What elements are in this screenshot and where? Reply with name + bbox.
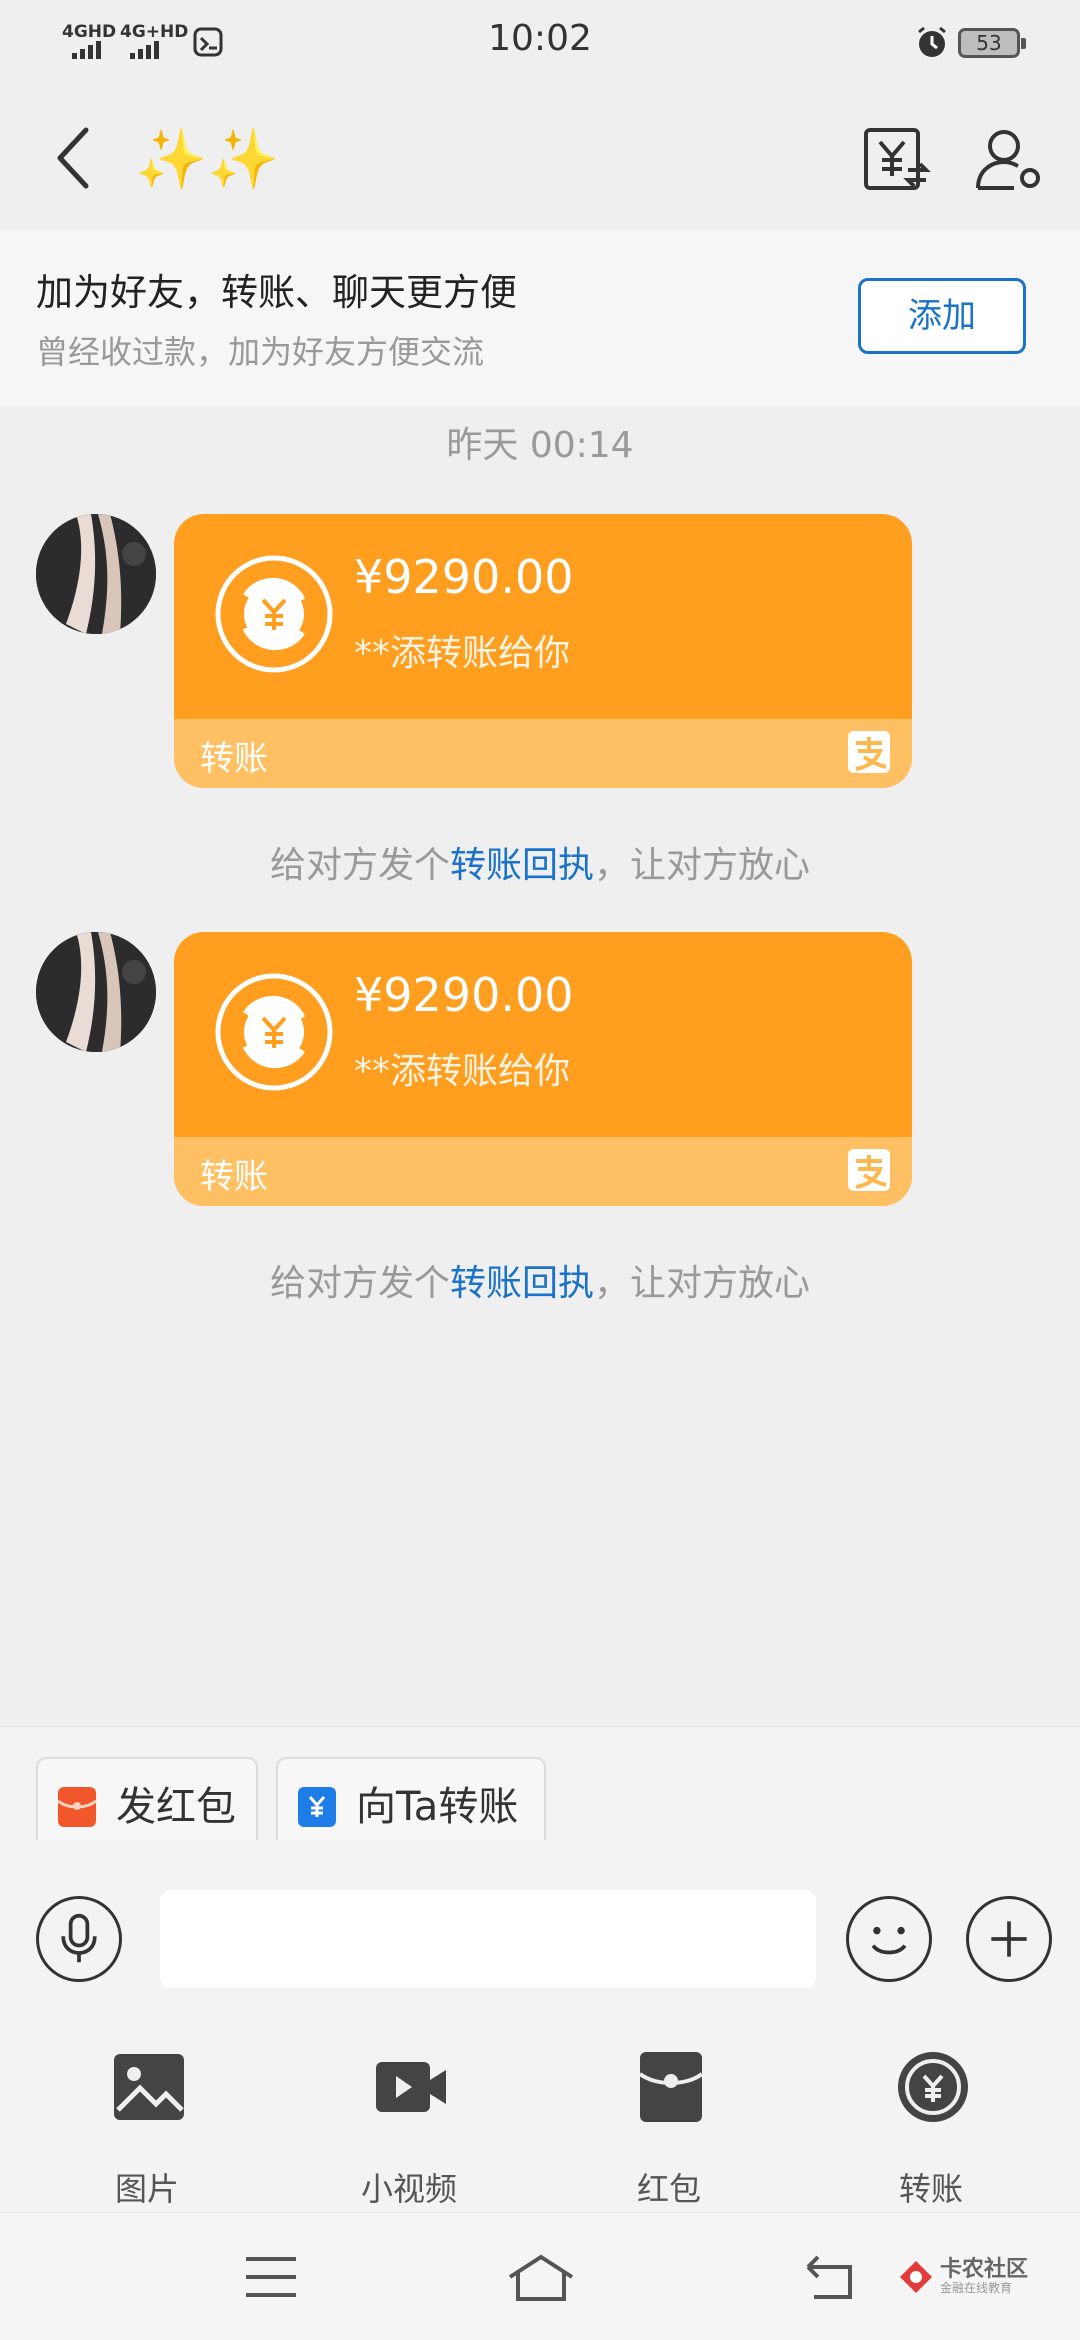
- alarm-icon: [918, 26, 946, 57]
- tool-label: 小视频: [360, 2170, 457, 2208]
- image-icon: [114, 2054, 184, 2120]
- bubble-body: ¥9290.00 **添转账给你: [174, 514, 912, 719]
- nav-bar: ✨✨: [0, 84, 1080, 230]
- red-packet-icon: [638, 2052, 704, 2122]
- tool-label: 转账: [898, 2170, 963, 2208]
- receipt-tip: 给对方发个转账回执，让对方放心: [0, 1254, 1080, 1306]
- transfer-amount: ¥9290.00: [354, 550, 574, 604]
- transfer-icon: [898, 2052, 968, 2122]
- tool-image[interactable]: 图片: [52, 2050, 242, 2210]
- receipt-tip: 给对方发个转账回执，让对方放心: [0, 836, 1080, 888]
- emoji-icon[interactable]: [846, 1896, 932, 1982]
- page-title: ✨✨: [135, 125, 280, 193]
- transfer-message-bubble[interactable]: ¥9290.00 **添转账给你 转账: [174, 932, 912, 1206]
- voice-icon[interactable]: [36, 1896, 122, 1982]
- watermark: 卡农社区 金融在线教育: [898, 2251, 1058, 2307]
- avatar[interactable]: [36, 932, 156, 1052]
- system-nav-bar: 卡农社区 金融在线教育: [0, 2212, 1080, 2340]
- transfer-amount: ¥9290.00: [354, 968, 574, 1022]
- video-icon: [376, 2062, 446, 2112]
- transfer-coin-icon: [215, 555, 333, 673]
- transfer-description: **添转账给你: [354, 633, 571, 674]
- receipt-tip-prefix: 给对方发个: [269, 1263, 450, 1304]
- avatar[interactable]: [36, 514, 156, 634]
- back-icon[interactable]: [38, 118, 108, 198]
- tools-panel: 图片 小视频 红包 转账: [0, 2030, 1080, 2212]
- banner-title: 加为好友，转账、聊天更方便: [36, 271, 517, 314]
- status-bar: 4GHD 4G+HD 10:02 53: [0, 0, 1080, 84]
- profile-settings-icon[interactable]: [974, 124, 1044, 194]
- receipt-tip-suffix: ，让对方放心: [594, 845, 811, 886]
- tool-label: 图片: [114, 2170, 179, 2208]
- home-icon[interactable]: [506, 2249, 576, 2305]
- transfer-icon: [298, 1787, 336, 1827]
- add-friend-banner: 加为好友，转账、聊天更方便 曾经收过款，加为好友方便交流 添加: [0, 230, 1080, 406]
- transfer-description: **添转账给你: [354, 1051, 571, 1092]
- avatar-image: [36, 932, 156, 1052]
- transfer-message-bubble[interactable]: ¥9290.00 **添转账给你 转账: [174, 514, 912, 788]
- watermark-logo: [900, 2261, 932, 2293]
- chat-screen: 4GHD 4G+HD 10:02 53 ✨✨ 加为好友，转账、聊天更方便 曾经收…: [0, 0, 1080, 2340]
- menu-icon[interactable]: [236, 2249, 306, 2305]
- bubble-body: ¥9290.00 **添转账给你: [174, 932, 912, 1137]
- watermark-subtitle: 金融在线教育: [940, 2281, 1013, 2295]
- back-nav-icon[interactable]: [794, 2249, 864, 2305]
- banner-subtitle: 曾经收过款，加为好友方便交流: [36, 333, 485, 371]
- message-input[interactable]: [160, 1890, 816, 1988]
- tool-label: 红包: [636, 2170, 701, 2208]
- transfer-record-icon[interactable]: [862, 124, 932, 194]
- tool-red-packet[interactable]: 红包: [574, 2050, 764, 2210]
- receipt-link[interactable]: 转账回执: [450, 845, 594, 886]
- quick-actions-bar: 发红包 向Ta转账: [0, 1726, 1080, 1857]
- red-packet-icon: [58, 1787, 96, 1827]
- tool-transfer[interactable]: 转账: [836, 2050, 1026, 2210]
- message-timestamp: 昨天 00:14: [446, 425, 634, 466]
- battery-indicator: 53: [958, 28, 1026, 58]
- message-input-row: [0, 1840, 1080, 2030]
- receipt-link[interactable]: 转账回执: [450, 1263, 594, 1304]
- receipt-tip-suffix: ，让对方放心: [594, 1263, 811, 1304]
- tool-video[interactable]: 小视频: [314, 2050, 504, 2210]
- receipt-tip-prefix: 给对方发个: [269, 845, 450, 886]
- bubble-footer: 转账: [174, 719, 912, 788]
- plus-icon[interactable]: [966, 1896, 1052, 1982]
- add-friend-button[interactable]: 添加: [858, 278, 1026, 354]
- transfer-label: 转账: [200, 739, 268, 779]
- transfer-label: 转账: [200, 1157, 268, 1197]
- alipay-icon: [848, 731, 890, 773]
- bubble-footer: 转账: [174, 1137, 912, 1206]
- alipay-icon: [848, 1149, 890, 1191]
- transfer-coin-icon: [215, 973, 333, 1091]
- avatar-image: [36, 514, 156, 634]
